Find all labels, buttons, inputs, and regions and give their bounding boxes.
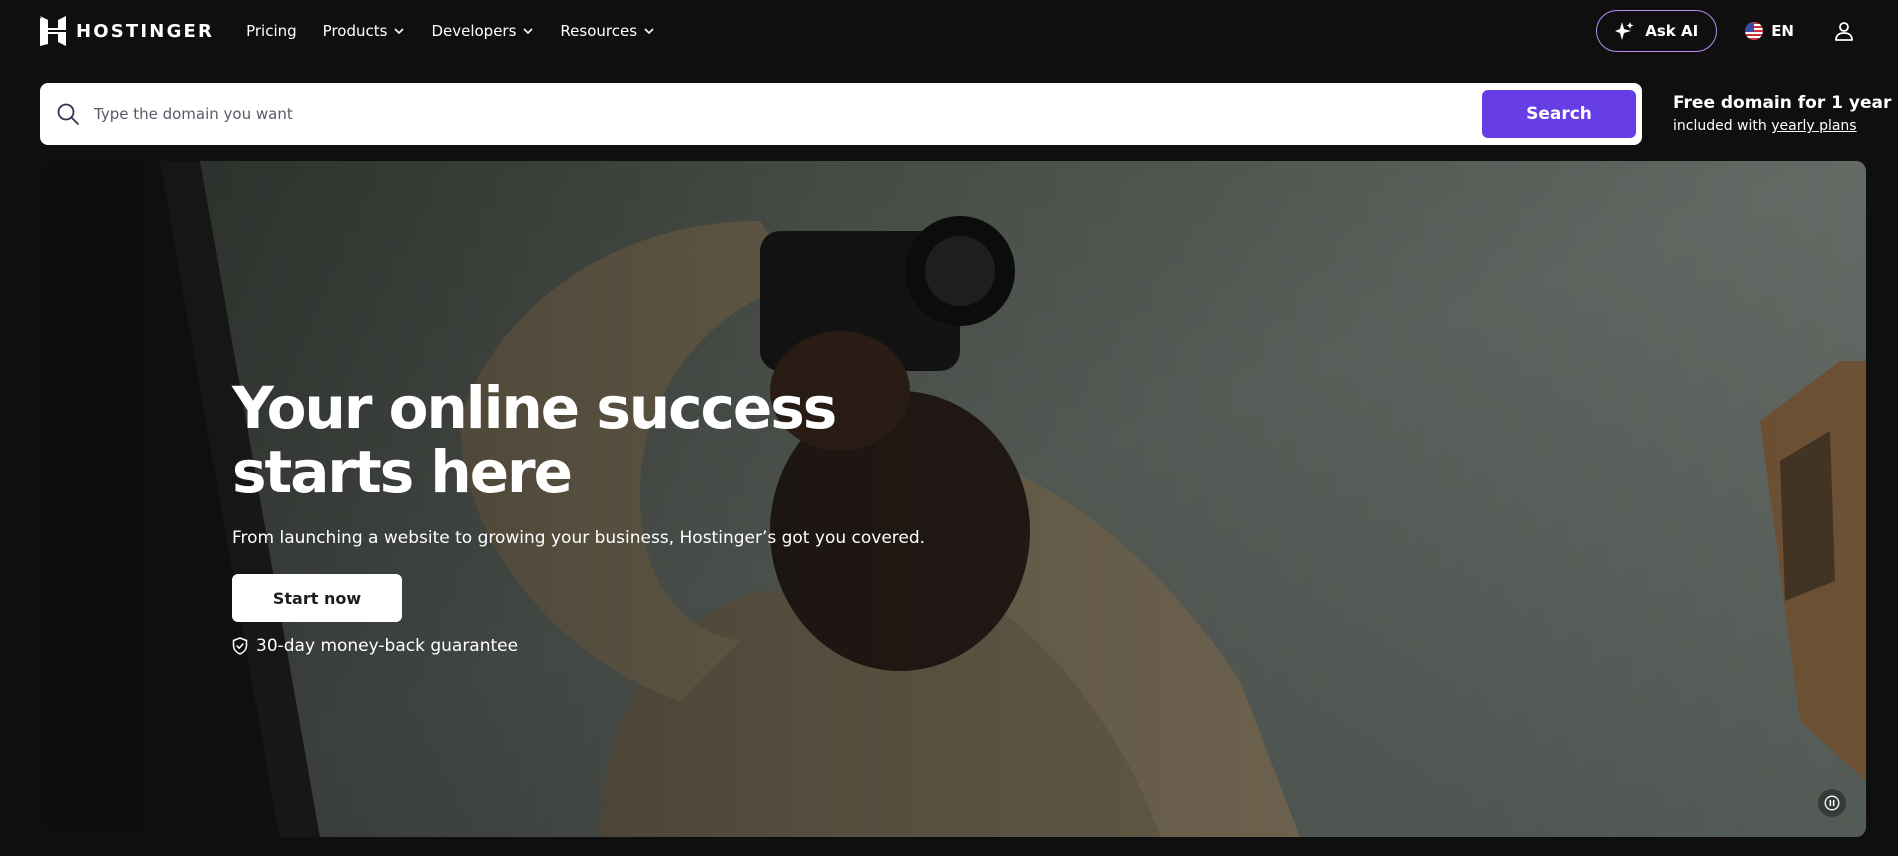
chevron-down-icon [394, 28, 405, 35]
nav-item-pricing[interactable]: Pricing [246, 22, 297, 40]
money-back-guarantee: 30-day money-back guarantee [232, 636, 925, 656]
nav-right-group: Ask AI EN [1596, 10, 1858, 52]
logo-text: HOSTINGER [76, 20, 215, 42]
ask-ai-label: Ask AI [1645, 22, 1699, 40]
nav-item-label: Resources [560, 22, 638, 40]
hostinger-logo-icon [40, 16, 66, 46]
promo-title: Free domain for 1 year [1673, 93, 1892, 113]
pause-video-button[interactable] [1818, 789, 1846, 817]
top-navbar: HOSTINGER Pricing Products Developers Re… [0, 0, 1898, 62]
nav-item-products[interactable]: Products [323, 22, 406, 40]
search-icon [57, 103, 79, 125]
pause-icon [1824, 795, 1840, 811]
chevron-down-icon [523, 28, 533, 35]
hero-title: Your online success starts here [232, 374, 837, 506]
nav-item-label: Products [322, 22, 388, 40]
free-domain-promo: Free domain for 1 year included with yea… [1673, 92, 1892, 136]
search-button[interactable]: Search [1482, 90, 1636, 138]
guarantee-text: 30-day money-back guarantee [256, 636, 519, 656]
sparkle-icon [1615, 22, 1634, 40]
hero-subtitle: From launching a website to growing your… [232, 528, 926, 548]
promo-sub-prefix: included with [1673, 118, 1772, 134]
language-label: EN [1771, 22, 1794, 40]
user-icon[interactable] [1832, 19, 1856, 43]
nav-item-label: Pricing [246, 22, 297, 40]
domain-search-bar: Search [40, 83, 1642, 145]
shield-check-icon [232, 637, 248, 655]
hero-content: Your online success starts here From lau… [232, 376, 925, 656]
nav-item-resources[interactable]: Resources [560, 22, 655, 40]
ask-ai-button[interactable]: Ask AI [1596, 10, 1718, 52]
yearly-plans-link[interactable]: yearly plans [1771, 118, 1856, 134]
domain-search-input[interactable] [92, 104, 1482, 124]
start-now-button[interactable]: Start now [232, 574, 402, 622]
us-flag-icon [1745, 22, 1764, 40]
language-selector[interactable]: EN [1745, 22, 1794, 40]
chevron-down-icon [644, 28, 654, 35]
nav-item-developers[interactable]: Developers [431, 22, 534, 40]
promo-subtitle: included with yearly plans [1673, 116, 1873, 136]
hostinger-logo[interactable]: HOSTINGER [40, 16, 214, 46]
nav-item-label: Developers [431, 22, 517, 40]
hero-section: Your online success starts here From lau… [40, 161, 1866, 837]
